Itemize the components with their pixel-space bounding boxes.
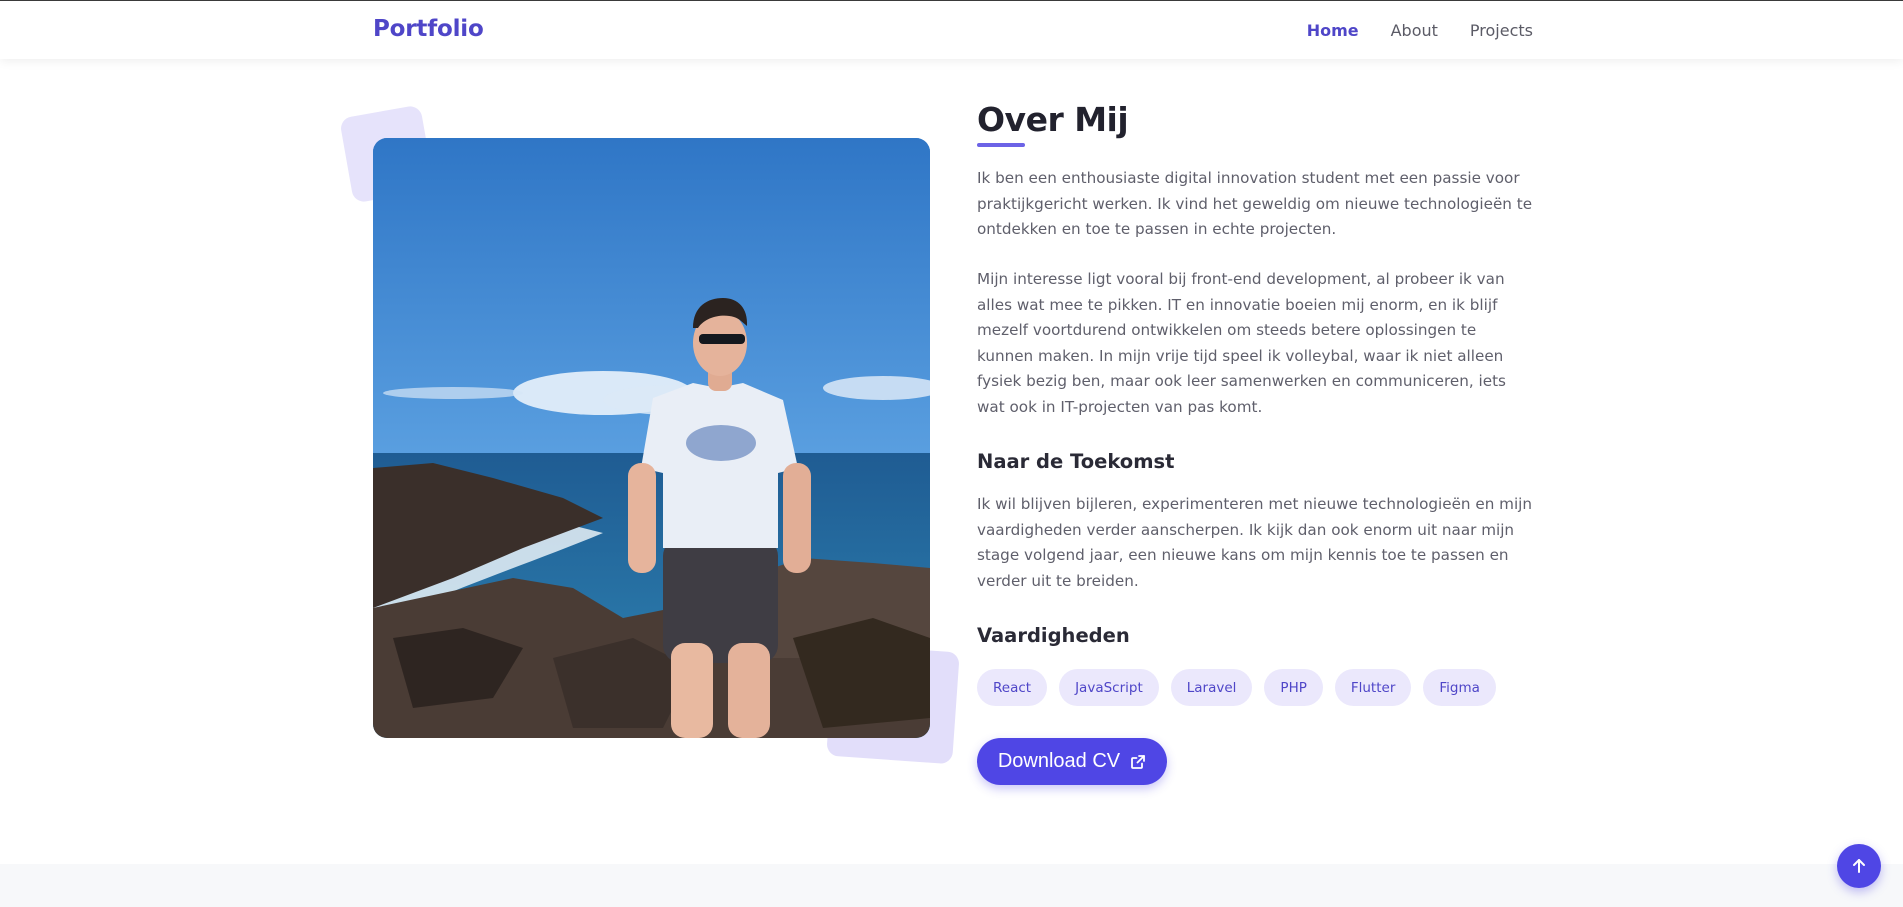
- nav-link-projects[interactable]: Projects: [1470, 21, 1533, 40]
- download-cv-button[interactable]: Download CV: [977, 738, 1167, 785]
- skills-heading: Vaardigheden: [977, 624, 1130, 647]
- main-nav: Home About Projects: [1307, 21, 1533, 40]
- future-paragraph: Ik wil blijven bijleren, experimenteren …: [977, 495, 1533, 590]
- skill-chip-figma: Figma: [1423, 669, 1496, 706]
- profile-photo: [373, 138, 930, 738]
- download-cv-label: Download CV: [997, 750, 1121, 772]
- external-link-icon: [1131, 754, 1146, 769]
- skill-chip-php: PHP: [1264, 669, 1323, 706]
- intro-paragraph: Ik ben een enthousiaste digital innovati…: [977, 169, 1533, 238]
- page-title: Over Mij: [977, 100, 1129, 139]
- nav-link-about[interactable]: About: [1391, 21, 1438, 40]
- future-heading: Naar de Toekomst: [977, 450, 1175, 473]
- scroll-to-top-button[interactable]: [1837, 844, 1881, 888]
- top-navbar: Portfolio Home About Projects: [0, 0, 1903, 59]
- title-underline: [977, 143, 1025, 147]
- arrow-up-icon: [1853, 859, 1865, 873]
- profile-photo-illustration: [373, 138, 930, 738]
- nav-link-home[interactable]: Home: [1307, 21, 1359, 40]
- interest-paragraph: Mijn interesse ligt vooral bij front-end…: [977, 270, 1506, 416]
- skill-chip-flutter: Flutter: [1334, 669, 1412, 706]
- skill-chip-laravel: Laravel: [1170, 669, 1253, 706]
- skills-list: React JavaScript Laravel PHP Flutter Fig…: [977, 669, 1496, 706]
- skill-chip-javascript: JavaScript: [1059, 669, 1159, 706]
- skill-chip-react: React: [977, 669, 1048, 706]
- brand-logo[interactable]: Portfolio: [373, 16, 484, 42]
- footer-section-start: [0, 864, 1903, 907]
